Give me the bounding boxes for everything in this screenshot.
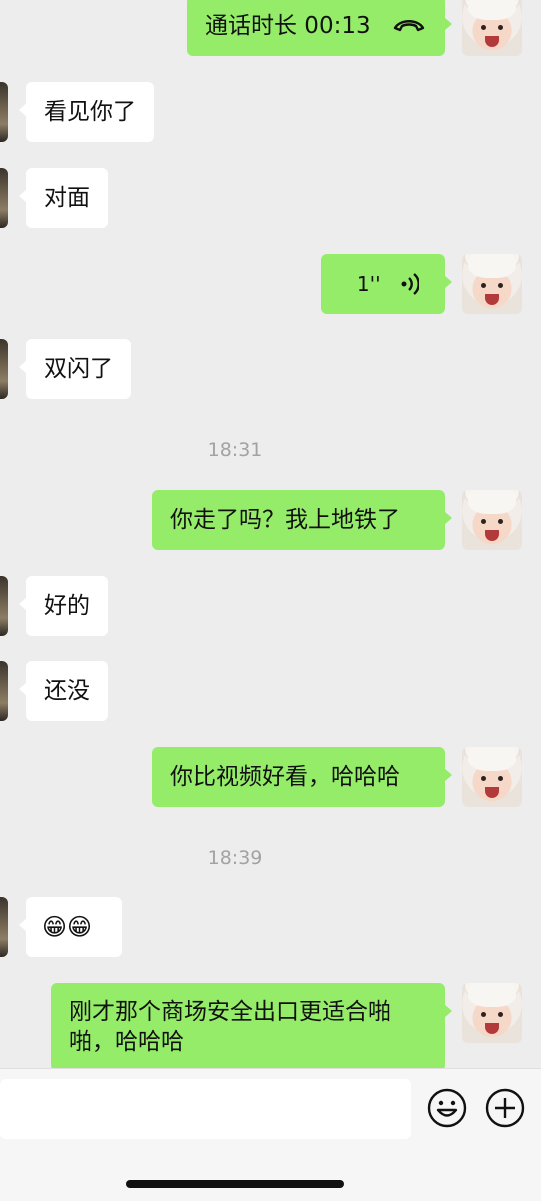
avatar-me[interactable] (462, 0, 522, 56)
voice-wave-icon (401, 272, 419, 295)
call-duration-text: 通话时长 00:13 (205, 13, 371, 39)
avatar-contact[interactable] (0, 82, 8, 142)
message-text: 双闪了 (44, 356, 113, 382)
message-received[interactable]: 好的 (19, 576, 108, 636)
avatar-me[interactable] (462, 747, 522, 807)
message-input[interactable] (0, 1079, 411, 1139)
avatar-contact[interactable] (0, 661, 8, 721)
message-text: 好的 (44, 593, 90, 619)
message-text: 刚才那个商场安全出口更适合啪啪，哈哈哈 (69, 999, 391, 1055)
avatar-contact[interactable] (0, 339, 8, 399)
message-text: 还没 (44, 678, 90, 704)
message-received[interactable]: 还没 (19, 661, 108, 721)
plus-circle-icon[interactable] (485, 1088, 525, 1128)
home-indicator (126, 1180, 344, 1188)
message-text: 你比视频好看，哈哈哈 (170, 764, 400, 790)
message-received[interactable]: 对面 (19, 168, 108, 228)
avatar-me[interactable] (462, 983, 522, 1043)
avatar-contact[interactable] (0, 168, 8, 228)
avatar-me[interactable] (462, 254, 522, 314)
message-received[interactable]: 看见你了 (19, 82, 154, 142)
message-call-record[interactable]: 通话时长 00:13 (187, 0, 452, 56)
message-sent[interactable]: 你比视频好看，哈哈哈 (152, 747, 452, 807)
phone-hangup-icon (393, 20, 425, 32)
timestamp: 18:39 (207, 847, 263, 869)
avatar-me[interactable] (462, 490, 522, 550)
emoji-icon[interactable] (427, 1088, 467, 1128)
message-received-emoji[interactable]: 😁😁 (19, 897, 122, 957)
message-voice[interactable]: 1'' (321, 254, 452, 314)
message-sent[interactable]: 你走了吗？我上地铁了 (152, 490, 452, 550)
message-text: 你走了吗？我上地铁了 (170, 507, 400, 533)
avatar-contact[interactable] (0, 576, 8, 636)
avatar-contact[interactable] (0, 897, 8, 957)
timestamp: 18:31 (207, 439, 263, 461)
voice-duration: 1'' (356, 272, 381, 296)
emoji-text: 😁😁 (42, 913, 93, 941)
message-text: 对面 (44, 185, 90, 211)
message-received[interactable]: 双闪了 (19, 339, 131, 399)
message-sent[interactable]: 刚才那个商场安全出口更适合啪啪，哈哈哈 (51, 983, 452, 1068)
message-text: 看见你了 (44, 99, 136, 125)
chat-history[interactable]: 通话时长 00:13 看见你了 对面 1'' 双闪了 18:31 你走了吗？我上… (0, 0, 541, 1068)
